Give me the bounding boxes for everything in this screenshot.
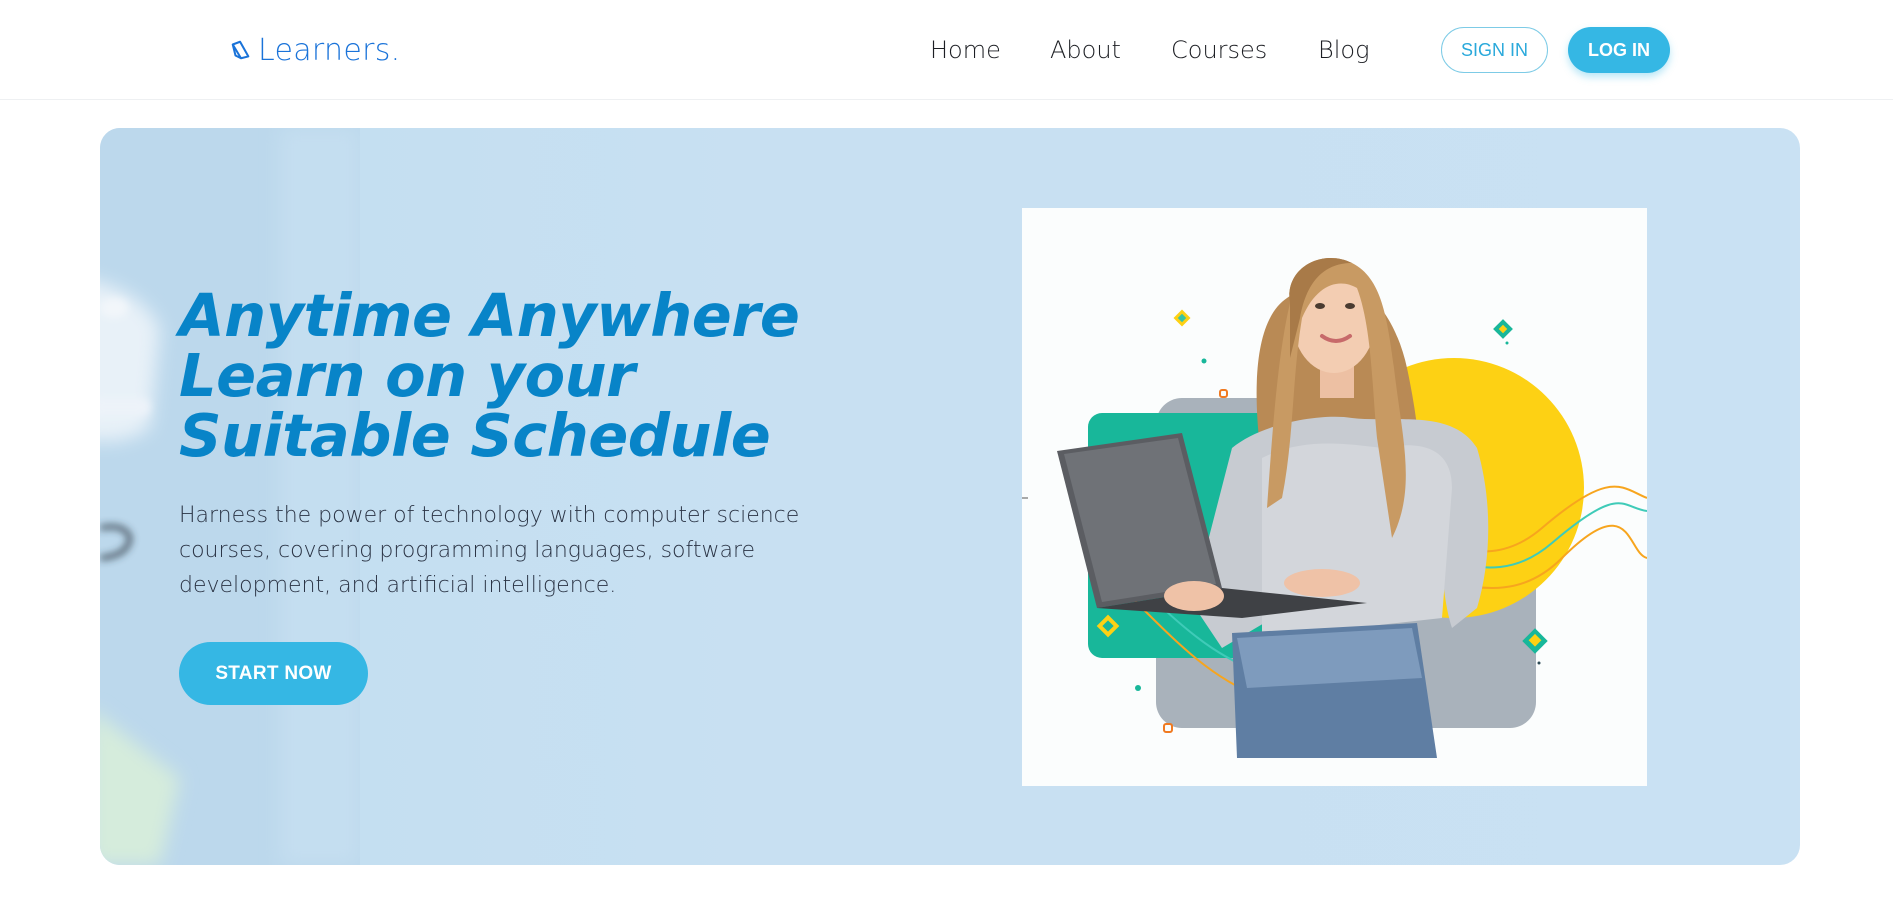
logo-text: Learners. — [258, 32, 401, 68]
hero-description-line-1: Harness the power of technology with com… — [179, 503, 800, 528]
hero-illustration — [1022, 208, 1647, 786]
log-in-button[interactable]: LOG IN — [1568, 27, 1670, 73]
hero-description-line-3: development, and artificial intelligence… — [179, 573, 617, 598]
woman-figure — [1057, 257, 1489, 758]
start-now-button[interactable]: START NOW — [179, 642, 368, 705]
hero-title-line-2: Learn on your — [179, 341, 635, 410]
hero-background-decoration — [100, 128, 360, 865]
book-icon — [231, 40, 250, 60]
nav-blog[interactable]: Blog — [1318, 36, 1369, 64]
nav-home[interactable]: Home — [930, 36, 1001, 64]
woman-with-laptop-illustration — [1022, 257, 1647, 758]
hero-description: Harness the power of technology with com… — [179, 498, 819, 603]
hero-title: Anytime Anywhere Learn on your Suitable … — [179, 286, 819, 466]
hero-description-line-2: courses, covering programming languages,… — [179, 538, 756, 563]
logo[interactable]: Learners. — [230, 30, 401, 70]
hero-title-line-1: Anytime Anywhere — [179, 281, 800, 350]
hero-title-line-3: Suitable Schedule — [179, 401, 771, 470]
top-navbar: Learners. Home About Courses Blog SIGN I… — [0, 0, 1893, 100]
nav-courses[interactable]: Courses — [1171, 36, 1267, 64]
nav-about[interactable]: About — [1050, 36, 1121, 64]
hero-banner: Anytime Anywhere Learn on your Suitable … — [100, 128, 1800, 865]
sign-in-button[interactable]: SIGN IN — [1441, 27, 1548, 73]
